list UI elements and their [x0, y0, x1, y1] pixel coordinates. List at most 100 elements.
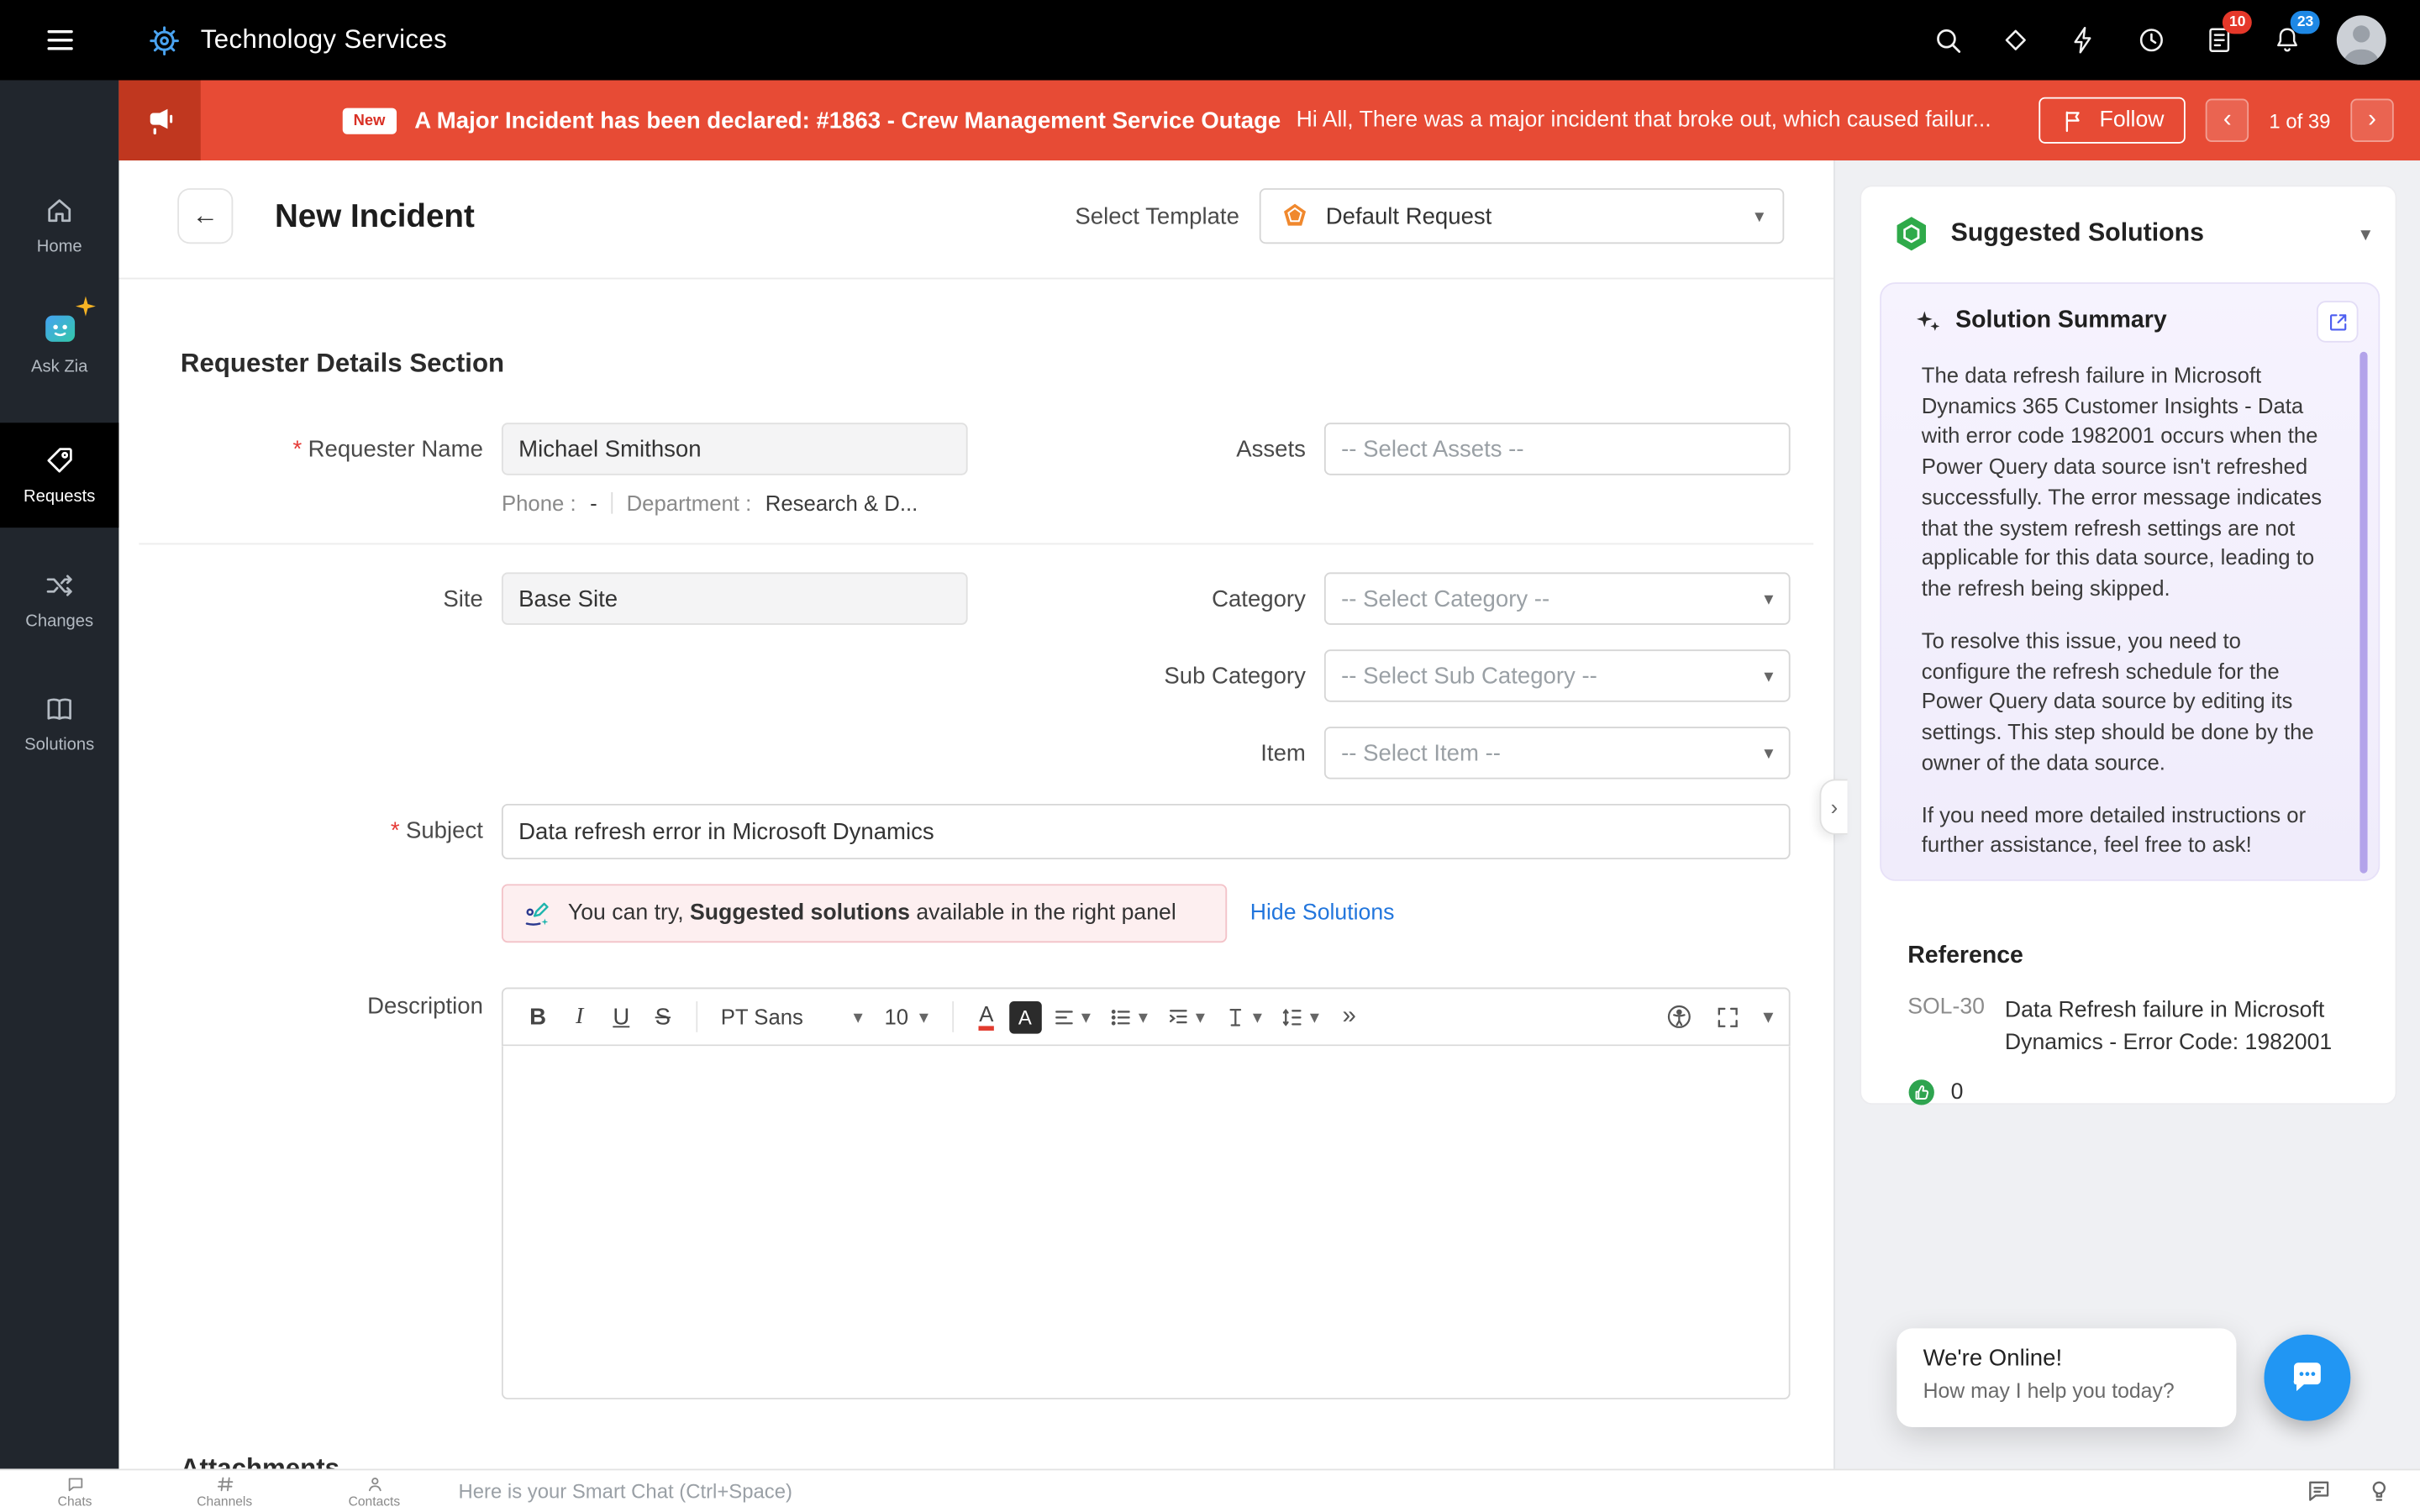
- template-dropdown[interactable]: Default Request ▾: [1260, 188, 1784, 244]
- indent-icon: [1166, 1005, 1190, 1029]
- user-avatar[interactable]: [2337, 15, 2386, 65]
- site-input[interactable]: [502, 572, 968, 624]
- shortcuts-icon[interactable]: [1997, 23, 2033, 58]
- hide-solutions-link[interactable]: Hide Solutions: [1250, 901, 1395, 926]
- fullscreen-icon[interactable]: [1715, 1004, 1741, 1030]
- chevron-left-icon: ‹: [2223, 107, 2232, 134]
- assets-input[interactable]: [1324, 423, 1791, 475]
- site-label: Site: [175, 586, 483, 612]
- category-dropdown[interactable]: -- Select Category --▾: [1324, 572, 1791, 624]
- sub-category-dropdown[interactable]: -- Select Sub Category --▾: [1324, 649, 1791, 701]
- chevron-down-icon[interactable]: ▾: [1763, 1005, 1773, 1029]
- underline-icon[interactable]: U: [602, 997, 640, 1037]
- requester-meta: Phone : - Department : Research & D...: [502, 491, 918, 515]
- next-announcement-button[interactable]: ›: [2350, 99, 2393, 142]
- announcement-banner: New A Major Incident has been declared: …: [118, 81, 2420, 161]
- text-direction-dropdown[interactable]: ▾: [1216, 997, 1270, 1037]
- chat-bubble-icon: [2287, 1357, 2328, 1398]
- notifications-bell-icon[interactable]: 23: [2269, 23, 2304, 58]
- follow-button[interactable]: Follow: [2039, 97, 2186, 144]
- summary-paragraph: To resolve this issue, you need to confi…: [1922, 626, 2335, 778]
- quick-actions-bolt-icon[interactable]: [2065, 23, 2101, 58]
- more-tools-icon[interactable]: »: [1330, 1003, 1369, 1031]
- back-arrow-icon: ←: [192, 201, 218, 232]
- zia-lamp-icon[interactable]: [2366, 1478, 2392, 1504]
- search-icon[interactable]: [1929, 23, 1965, 58]
- live-chat-button[interactable]: [2264, 1335, 2350, 1421]
- app-title: Technology Services: [201, 24, 447, 55]
- attachments-title: Attachments: [181, 1453, 339, 1468]
- align-dropdown[interactable]: ▾: [1044, 997, 1098, 1037]
- sidebar-item-requests[interactable]: Requests: [0, 423, 118, 528]
- sidebar-item-label: Ask Zia: [31, 357, 87, 375]
- back-button[interactable]: ←: [177, 188, 233, 244]
- new-badge: New: [343, 108, 396, 134]
- sparkles-icon: [1915, 307, 1941, 333]
- font-family-value: PT Sans: [721, 1005, 803, 1029]
- suggested-solutions-hint: You can try, Suggested solutions availab…: [502, 884, 1227, 942]
- bottom-tab-chats[interactable]: Chats: [0, 1469, 150, 1512]
- collapse-panel-tab[interactable]: ›: [1820, 780, 1848, 835]
- chevron-down-icon: ▾: [854, 1006, 863, 1028]
- strikethrough-icon[interactable]: S: [644, 997, 682, 1037]
- smart-chat-input[interactable]: [459, 1479, 2307, 1503]
- sidebar-item-changes[interactable]: Changes: [0, 555, 118, 645]
- sidebar-item-solutions[interactable]: Solutions: [0, 679, 118, 769]
- subject-input[interactable]: [502, 804, 1791, 859]
- thumbs-up-icon[interactable]: [1907, 1079, 1935, 1106]
- description-editor: B I U S PT Sans ▾ 10▾ A A ▾ ▾: [502, 988, 1791, 1399]
- category-label: Category: [997, 586, 1306, 612]
- ask-zia-icon: [41, 309, 78, 346]
- suggested-solutions-hint-icon: [522, 898, 553, 929]
- subject-label: *Subject: [175, 817, 483, 843]
- gear-icon[interactable]: [146, 23, 182, 58]
- collapse-panel-chevron-icon[interactable]: ▾: [2360, 222, 2370, 246]
- summary-scrollbar[interactable]: [2360, 352, 2367, 874]
- chat-status: We're Online!: [1923, 1346, 2211, 1372]
- line-spacing-dropdown[interactable]: ▾: [1273, 997, 1327, 1037]
- sidebar-item-ask-zia[interactable]: Ask Zia: [0, 293, 118, 392]
- announcement-title[interactable]: A Major Incident has been declared: #186…: [414, 108, 1281, 134]
- list-dropdown[interactable]: ▾: [1102, 997, 1155, 1037]
- requester-name-input[interactable]: [502, 423, 968, 475]
- italic-icon[interactable]: I: [560, 997, 599, 1037]
- previous-announcement-button[interactable]: ‹: [2206, 99, 2249, 142]
- template-icon: [1280, 201, 1311, 232]
- sidebar-item-home[interactable]: Home: [0, 182, 118, 269]
- suggested-solutions-card: Suggested Solutions ▾ Solution Summary T…: [1860, 185, 2396, 1105]
- phone-value: -: [590, 491, 597, 515]
- description-text-area[interactable]: [502, 1046, 1791, 1399]
- reference-link[interactable]: SOL-30 Data Refresh failure in Microsoft…: [1907, 995, 2355, 1059]
- reference-id: SOL-30: [1907, 995, 1985, 1059]
- department-label: Department :: [627, 491, 752, 515]
- chevron-down-icon: ▾: [1764, 588, 1773, 610]
- solution-summary-card: Solution Summary The data refresh failur…: [1880, 282, 2380, 881]
- requester-name-label: *Requester Name: [175, 437, 483, 463]
- reference-label: Reference: [1907, 942, 2023, 970]
- header-divider: [118, 278, 1833, 280]
- megaphone-icon[interactable]: [118, 81, 200, 161]
- chevron-down-icon: ▾: [1754, 205, 1764, 227]
- changes-icon: [43, 570, 76, 602]
- chat-lines-icon[interactable]: [2306, 1478, 2332, 1504]
- hamburger-menu-icon[interactable]: [0, 24, 118, 57]
- font-size-dropdown[interactable]: 10▾: [875, 997, 938, 1037]
- history-icon[interactable]: [2133, 23, 2168, 58]
- highlight-color-icon[interactable]: A: [1009, 1000, 1042, 1033]
- expand-summary-button[interactable]: [2317, 301, 2359, 343]
- indent-dropdown[interactable]: ▾: [1159, 997, 1213, 1037]
- requests-icon: [43, 444, 76, 477]
- bottom-tab-label: Channels: [197, 1494, 252, 1508]
- item-dropdown[interactable]: -- Select Item --▾: [1324, 727, 1791, 779]
- accessibility-icon[interactable]: [1666, 1003, 1694, 1031]
- font-color-icon[interactable]: A: [967, 997, 1006, 1037]
- approvals-icon[interactable]: 10: [2201, 23, 2236, 58]
- chevron-down-icon: ▾: [1764, 665, 1773, 687]
- bold-icon[interactable]: B: [518, 997, 557, 1037]
- bottom-tab-contacts[interactable]: Contacts: [299, 1469, 449, 1512]
- description-label: Description: [175, 994, 483, 1020]
- bottom-tab-channels[interactable]: Channels: [150, 1469, 299, 1512]
- item-placeholder: -- Select Item --: [1341, 740, 1501, 766]
- font-family-dropdown[interactable]: PT Sans ▾: [712, 997, 872, 1037]
- phone-label: Phone :: [502, 491, 576, 515]
